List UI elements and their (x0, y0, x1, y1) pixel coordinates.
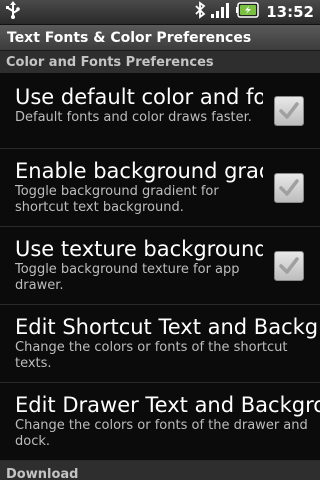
category-title: Color and Fonts Preferences (6, 54, 214, 70)
pref-use-default-color[interactable]: Use default color and fonts Default font… (0, 73, 320, 149)
category-download: Download (0, 461, 320, 480)
pref-title: Use default color and fonts (15, 85, 263, 109)
pref-edit-shortcut-text[interactable]: Edit Shortcut Text and Background Change… (0, 305, 320, 383)
pref-summary: Toggle background texture for app drawer… (15, 262, 240, 293)
pref-summary: Change the colors or fonts of the shortc… (15, 340, 288, 371)
checkbox[interactable] (274, 95, 304, 126)
signal-icon (210, 1, 232, 23)
checkbox[interactable] (274, 250, 304, 281)
check-icon (279, 101, 299, 119)
status-bar: 13:52 (0, 0, 320, 25)
checkbox[interactable] (274, 172, 304, 203)
category-color-fonts: Color and Fonts Preferences (0, 51, 320, 73)
pref-use-texture-background[interactable]: Use texture background Toggle background… (0, 227, 320, 305)
check-icon (279, 256, 299, 274)
pref-summary: Change the colors or fonts of the drawer… (15, 418, 308, 449)
status-right: 13:52 (194, 1, 314, 23)
check-icon (279, 178, 299, 196)
usb-icon (6, 1, 20, 23)
bluetooth-icon (194, 1, 206, 23)
pref-enable-background-gradient[interactable]: Enable background gradient Toggle backgr… (0, 149, 320, 227)
page-title: Text Fonts & Color Preferences (7, 29, 252, 46)
screen: 13:52 Text Fonts & Color Preferences Col… (0, 0, 320, 480)
title-bar: Text Fonts & Color Preferences (0, 25, 320, 51)
status-left (6, 1, 194, 23)
pref-summary: Default fonts and color draws faster. (15, 110, 252, 125)
pref-title: Edit Shortcut Text and Background (15, 315, 320, 339)
battery-icon (236, 2, 260, 22)
category-title: Download (6, 466, 79, 480)
pref-title: Edit Drawer Text and Background (15, 393, 320, 417)
status-time: 13:52 (266, 3, 314, 21)
pref-title: Use texture background (15, 237, 263, 261)
pref-title: Enable background gradient (15, 159, 263, 183)
pref-summary: Toggle background gradient for shortcut … (15, 184, 219, 215)
pref-edit-drawer-text[interactable]: Edit Drawer Text and Background Change t… (0, 383, 320, 461)
